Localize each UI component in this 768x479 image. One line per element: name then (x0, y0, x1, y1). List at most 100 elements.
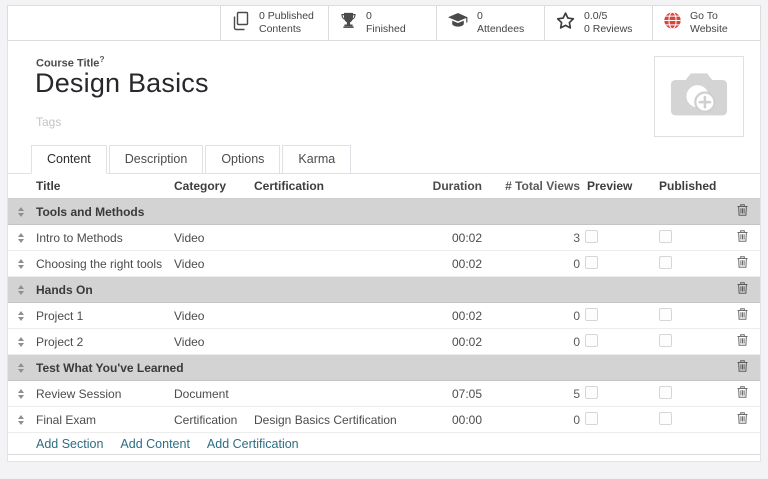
header-category[interactable]: Category (174, 179, 254, 193)
section-title: Tools and Methods (34, 205, 720, 219)
category-cell[interactable]: Video (174, 231, 254, 245)
reviews-button[interactable]: 0.0/50 Reviews (544, 6, 652, 40)
tab-description[interactable]: Description (109, 145, 204, 174)
preview-checkbox[interactable] (585, 308, 598, 321)
stat-label: 0Finished (366, 10, 406, 36)
content-row[interactable]: Project 2 Video 00:02 0 (8, 329, 760, 355)
tab-options[interactable]: Options (205, 145, 280, 174)
header-preview[interactable]: Preview (580, 179, 610, 193)
content-title-cell[interactable]: Choosing the right tools (34, 257, 174, 271)
delete-row-button[interactable] (737, 334, 748, 346)
category-cell[interactable]: Video (174, 335, 254, 349)
table-footer: Add Section Add Content Add Certificatio… (8, 433, 760, 455)
category-cell[interactable]: Video (174, 257, 254, 271)
header-published[interactable]: Published (610, 179, 720, 193)
drag-handle-icon[interactable] (8, 337, 34, 347)
section-row[interactable]: Hands On (8, 277, 760, 303)
drag-handle-icon[interactable] (8, 363, 34, 373)
delete-row-button[interactable] (737, 282, 748, 294)
drag-handle-icon[interactable] (8, 207, 34, 217)
content-row[interactable]: Final Exam Certification Design Basics C… (8, 407, 760, 433)
published-checkbox[interactable] (659, 412, 672, 425)
preview-checkbox[interactable] (585, 334, 598, 347)
add-certification-link[interactable]: Add Certification (207, 437, 299, 451)
stat-button-bar: 0 PublishedContents 0Finished (7, 5, 761, 41)
published-checkbox[interactable] (659, 308, 672, 321)
tags-input[interactable]: Tags (36, 115, 61, 129)
course-image-upload[interactable] (654, 56, 744, 137)
total-views-cell: 5 (482, 387, 580, 401)
content-row[interactable]: Project 1 Video 00:02 0 (8, 303, 760, 329)
duration-cell[interactable]: 00:02 (422, 309, 482, 323)
category-cell[interactable]: Document (174, 387, 254, 401)
certification-cell[interactable]: Design Basics Certification (254, 413, 422, 427)
notebook-tabs: ContentDescriptionOptionsKarma (8, 146, 760, 174)
preview-checkbox[interactable] (585, 256, 598, 269)
section-title: Test What You've Learned (34, 361, 720, 375)
content-title-cell[interactable]: Intro to Methods (34, 231, 174, 245)
total-views-cell: 0 (482, 413, 580, 427)
category-cell[interactable]: Video (174, 309, 254, 323)
attendees-button[interactable]: 0Attendees (436, 6, 544, 40)
content-row[interactable]: Choosing the right tools Video 00:02 0 (8, 251, 760, 277)
total-views-cell: 0 (482, 335, 580, 349)
content-row[interactable]: Intro to Methods Video 00:02 3 (8, 225, 760, 251)
section-row[interactable]: Test What You've Learned (8, 355, 760, 381)
category-cell[interactable]: Certification (174, 413, 254, 427)
duration-cell[interactable]: 07:05 (422, 387, 482, 401)
globe-icon (663, 11, 682, 35)
drag-handle-icon[interactable] (8, 415, 34, 425)
duration-cell[interactable]: 00:02 (422, 257, 482, 271)
tab-content[interactable]: Content (31, 145, 107, 174)
drag-handle-icon[interactable] (8, 233, 34, 243)
header-title[interactable]: Title (34, 179, 174, 193)
stat-label: 0.0/50 Reviews (584, 10, 632, 36)
delete-row-button[interactable] (737, 412, 748, 424)
total-views-cell: 0 (482, 309, 580, 323)
content-title-cell[interactable]: Project 1 (34, 309, 174, 323)
tab-karma[interactable]: Karma (282, 145, 351, 174)
content-title-cell[interactable]: Review Session (34, 387, 174, 401)
go-to-website-button[interactable]: Go ToWebsite (652, 6, 760, 40)
drag-handle-icon[interactable] (8, 311, 34, 321)
course-title-input[interactable]: Design Basics (35, 68, 209, 99)
graduation-cap-icon (447, 12, 469, 34)
header-certification[interactable]: Certification (254, 179, 422, 193)
delete-row-button[interactable] (737, 256, 748, 268)
duration-cell[interactable]: 00:00 (422, 413, 482, 427)
published-checkbox[interactable] (659, 230, 672, 243)
published-contents-button[interactable]: 0 PublishedContents (220, 6, 328, 40)
add-section-link[interactable]: Add Section (36, 437, 103, 451)
published-checkbox[interactable] (659, 256, 672, 269)
content-title-cell[interactable]: Project 2 (34, 335, 174, 349)
preview-checkbox[interactable] (585, 412, 598, 425)
stat-label: Go ToWebsite (690, 10, 728, 36)
duration-cell[interactable]: 00:02 (422, 231, 482, 245)
stat-label: 0 PublishedContents (259, 10, 314, 36)
delete-row-button[interactable] (737, 360, 748, 372)
header-duration[interactable]: Duration (422, 179, 482, 193)
camera-plus-icon (668, 68, 730, 125)
published-checkbox[interactable] (659, 386, 672, 399)
finished-button[interactable]: 0Finished (328, 6, 436, 40)
content-row[interactable]: Review Session Document 07:05 5 (8, 381, 760, 407)
delete-row-button[interactable] (737, 204, 748, 216)
preview-checkbox[interactable] (585, 386, 598, 399)
published-checkbox[interactable] (659, 334, 672, 347)
course-form-sheet: Course Title? Design Basics Tags Content… (7, 41, 761, 462)
drag-handle-icon[interactable] (8, 389, 34, 399)
drag-handle-icon[interactable] (8, 285, 34, 295)
content-table: Title Category Certification Duration # … (8, 174, 760, 455)
total-views-cell: 0 (482, 257, 580, 271)
delete-row-button[interactable] (737, 230, 748, 242)
header-total-views[interactable]: # Total Views (482, 179, 580, 193)
duration-cell[interactable]: 00:02 (422, 335, 482, 349)
add-content-link[interactable]: Add Content (120, 437, 190, 451)
content-title-cell[interactable]: Final Exam (34, 413, 174, 427)
preview-checkbox[interactable] (585, 230, 598, 243)
section-row[interactable]: Tools and Methods (8, 199, 760, 225)
delete-row-button[interactable] (737, 386, 748, 398)
drag-handle-icon[interactable] (8, 259, 34, 269)
stat-label: 0Attendees (477, 10, 524, 36)
delete-row-button[interactable] (737, 308, 748, 320)
